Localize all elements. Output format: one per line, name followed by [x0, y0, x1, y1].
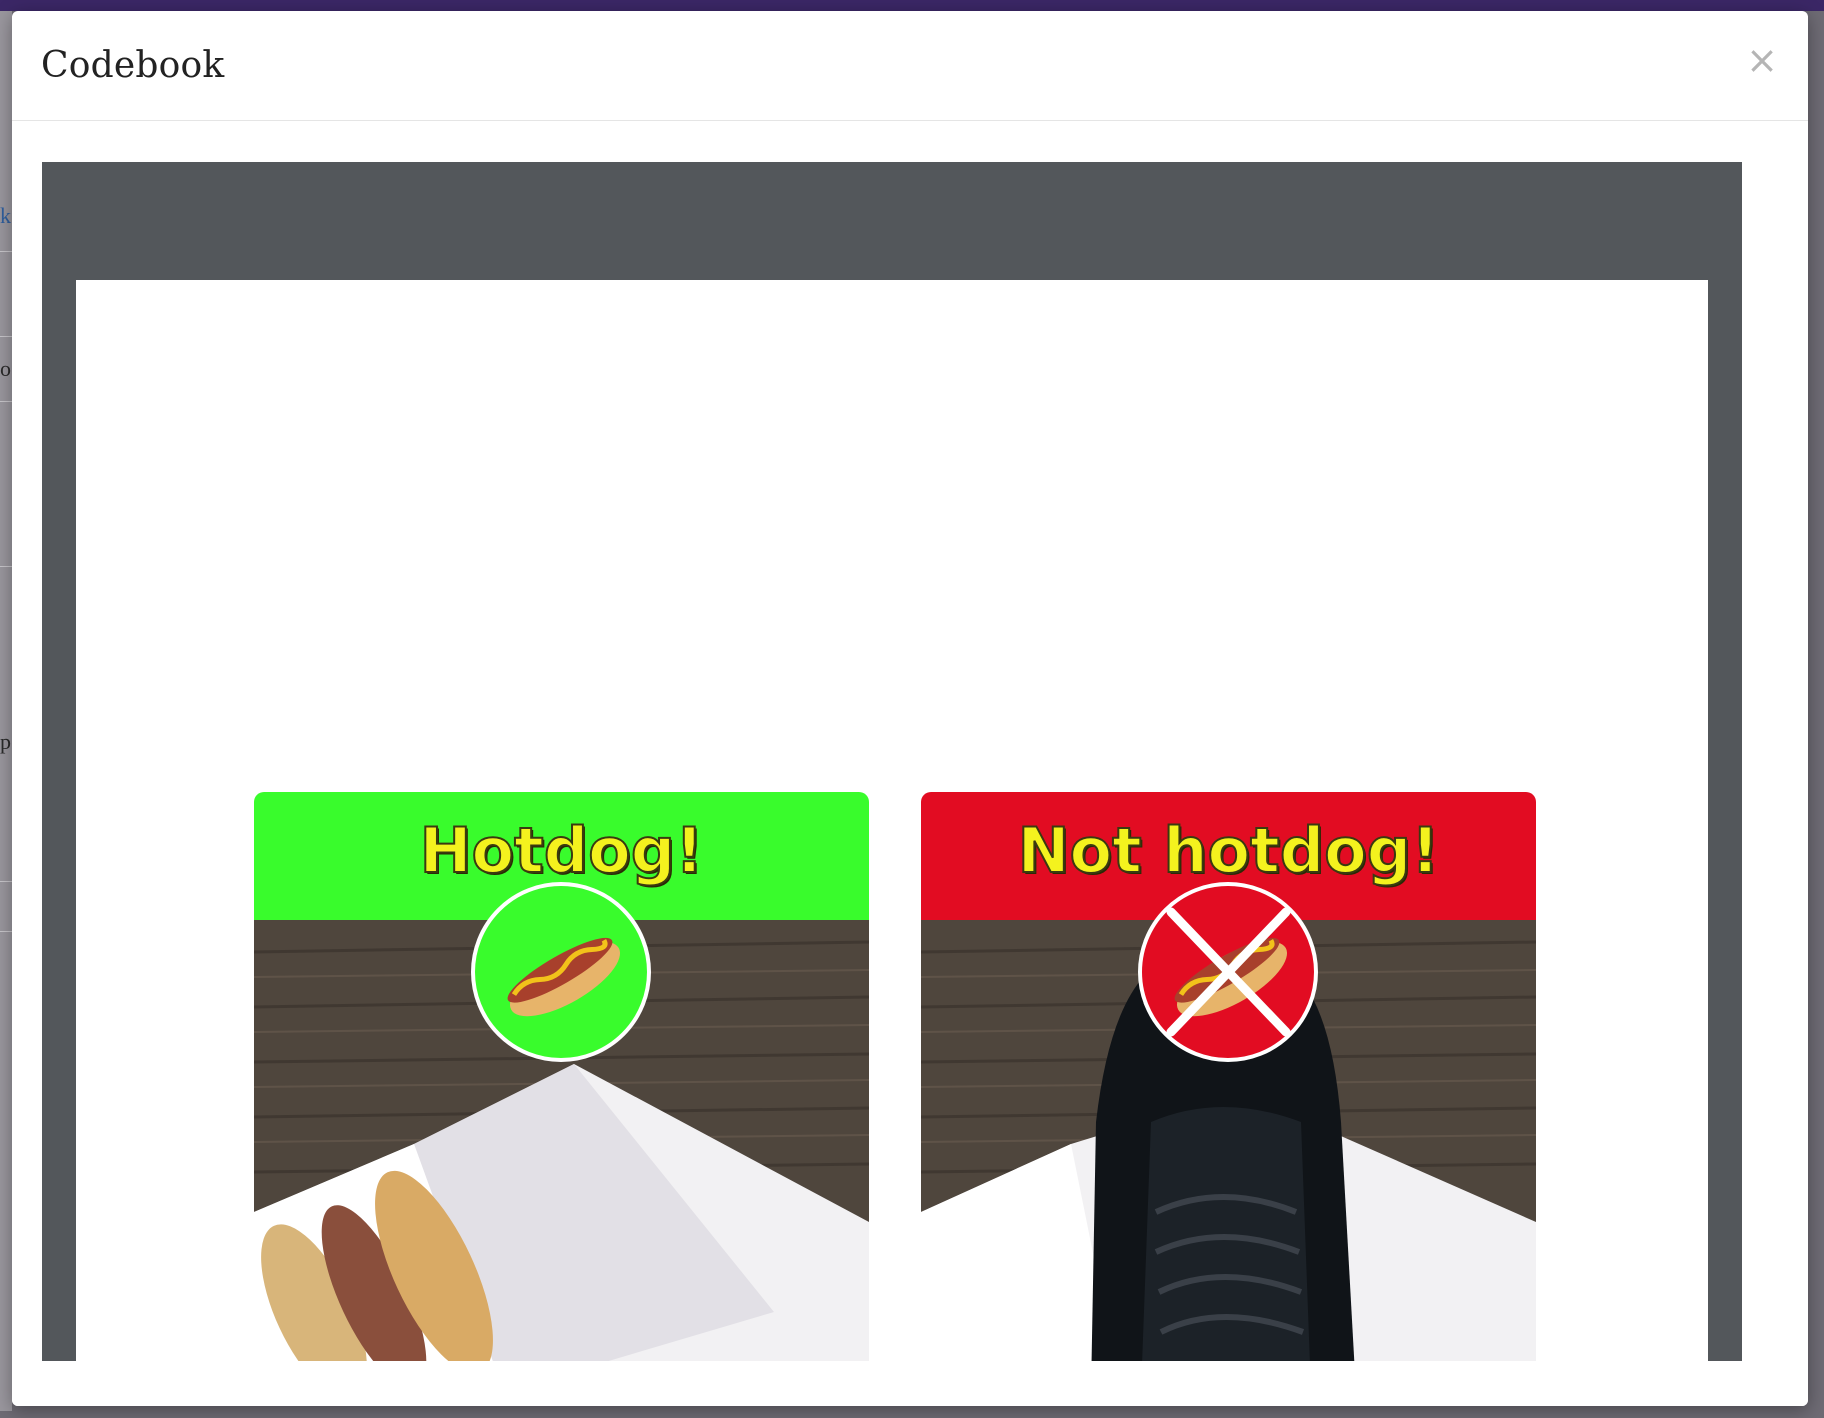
- hotdog-banner: Hotdog!: [254, 792, 869, 920]
- background-divider: [0, 881, 12, 882]
- background-text-fragment: p: [0, 729, 11, 754]
- background-text-fragment: o: [0, 356, 11, 381]
- background-divider: [0, 566, 12, 567]
- background-link-fragment: k: [0, 203, 11, 228]
- document-viewer[interactable]: Hotdog! Not hotdog!: [42, 162, 1742, 1361]
- modal-footer: [12, 1361, 1808, 1406]
- close-icon: ×: [1746, 38, 1778, 82]
- modal-title: Codebook: [41, 45, 225, 86]
- not-hotdog-result-card: Not hotdog!: [921, 792, 1536, 1361]
- modal-body: Hotdog! Not hotdog!: [12, 121, 1808, 1361]
- background-divider: [0, 931, 12, 932]
- modal-header: Codebook ×: [12, 11, 1808, 121]
- not-hotdog-banner: Not hotdog!: [921, 792, 1536, 920]
- background-app: k o p: [0, 11, 12, 1411]
- codebook-modal: Codebook × Hotdog! Not hotdog!: [12, 11, 1808, 1406]
- close-button[interactable]: ×: [1745, 41, 1779, 79]
- background-divider: [0, 336, 12, 337]
- hotdog-result-card: Hotdog!: [254, 792, 869, 1361]
- app-top-bar: [0, 0, 1824, 11]
- not-hotdog-banner-label: Not hotdog!: [1017, 813, 1441, 888]
- background-divider: [0, 401, 12, 402]
- document-page: Hotdog! Not hotdog!: [76, 280, 1708, 1361]
- background-divider: [0, 251, 12, 252]
- hotdog-banner-label: Hotdog!: [419, 813, 705, 888]
